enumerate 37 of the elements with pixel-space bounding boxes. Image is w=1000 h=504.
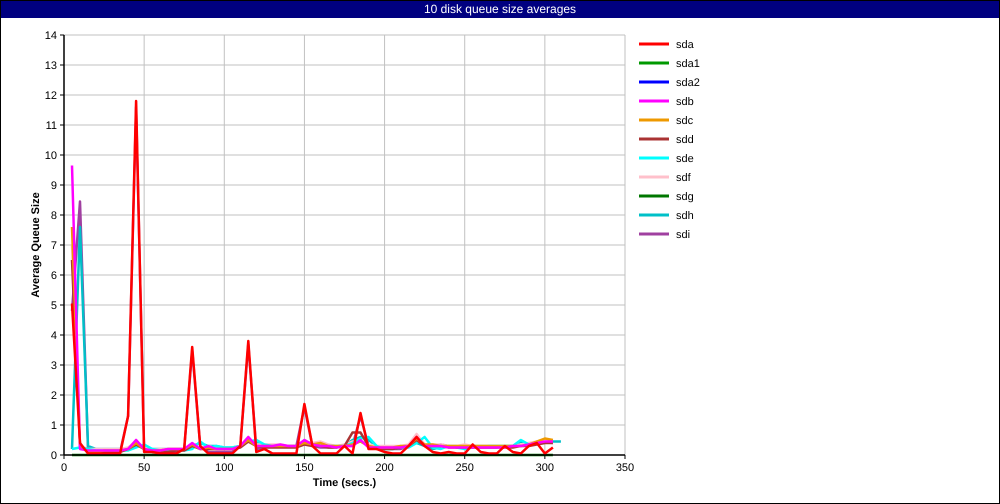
x-tick-label: 350 <box>616 462 634 474</box>
y-tick-label: 10 <box>44 150 57 162</box>
legend-label: sda <box>676 39 694 51</box>
legend-label: sdd <box>676 134 694 146</box>
legend-label: sdg <box>676 191 694 203</box>
y-tick-label: 9 <box>50 180 57 192</box>
chart-title: 10 disk queue size averages <box>1 1 999 18</box>
legend-label: sda1 <box>676 58 700 70</box>
y-tick-label: 1 <box>50 420 57 432</box>
y-axis-title: Average Queue Size <box>30 192 42 298</box>
x-tick-label: 50 <box>138 462 150 474</box>
y-tick-label: 8 <box>50 210 57 222</box>
legend-label: sdh <box>676 210 694 222</box>
y-tick-label: 2 <box>50 390 57 402</box>
x-axis-title: Time (secs.) <box>312 477 376 489</box>
x-tick-label: 300 <box>536 462 554 474</box>
x-tick-label: 150 <box>295 462 314 474</box>
y-tick-label: 4 <box>50 330 57 342</box>
legend-label: sdb <box>676 96 694 108</box>
legend-label: sde <box>676 153 694 165</box>
x-tick-label: 250 <box>456 462 474 474</box>
y-tick-label: 13 <box>44 60 57 72</box>
y-tick-label: 12 <box>44 90 57 102</box>
y-tick-label: 14 <box>44 30 57 42</box>
y-tick-label: 5 <box>50 300 57 312</box>
legend-label: sdi <box>676 229 690 241</box>
x-tick-label: 200 <box>375 462 394 474</box>
legend-label: sdc <box>676 115 694 127</box>
x-tick-label: 100 <box>215 462 234 474</box>
y-tick-label: 3 <box>50 360 57 372</box>
y-tick-label: 7 <box>50 240 57 252</box>
y-tick-label: 11 <box>46 120 57 132</box>
legend-label: sda2 <box>676 77 700 89</box>
x-tick-label: 0 <box>60 462 68 474</box>
y-tick-label: 6 <box>50 270 57 282</box>
y-tick-label: 0 <box>50 450 57 462</box>
legend-label: sdf <box>676 172 691 184</box>
